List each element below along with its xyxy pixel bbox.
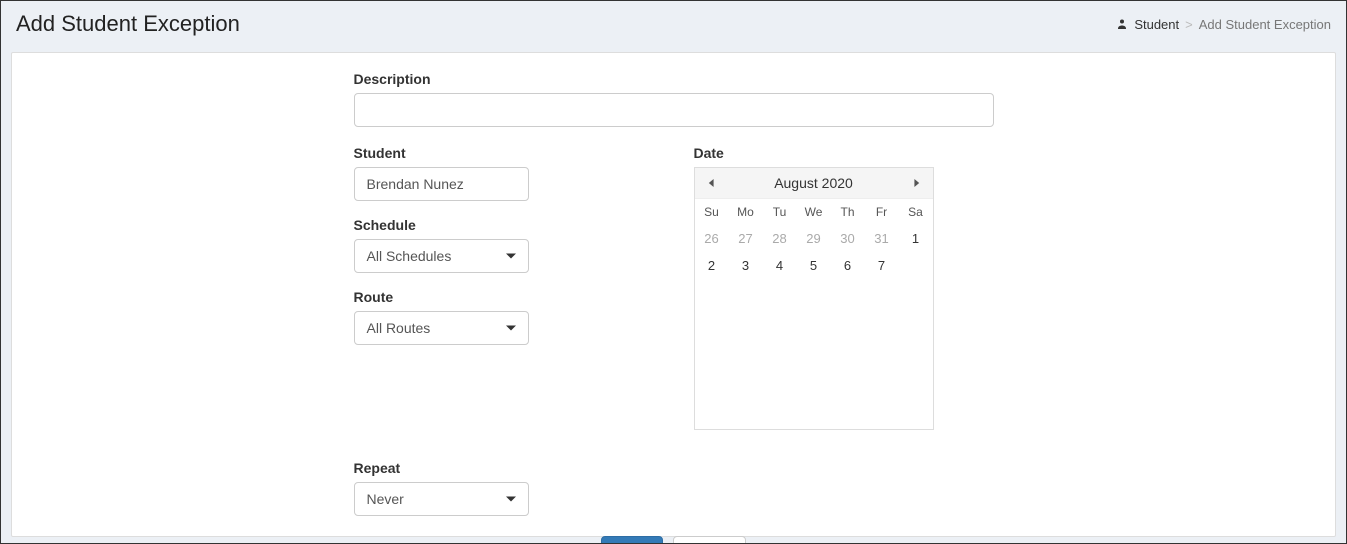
calendar-day[interactable]: 6 (831, 252, 865, 279)
caret-down-icon (506, 326, 516, 331)
breadcrumb-current: Add Student Exception (1199, 17, 1331, 32)
calendar-dow: We (797, 199, 831, 225)
breadcrumb: Student > Add Student Exception (1116, 17, 1331, 32)
calendar-day[interactable]: 7 (865, 252, 899, 279)
page-title: Add Student Exception (16, 11, 240, 37)
route-select-value: All Routes (367, 320, 431, 336)
date-label: Date (694, 145, 994, 161)
calendar-day[interactable]: 5 (797, 252, 831, 279)
student-label: Student (354, 145, 654, 161)
calendar-day[interactable]: 4 (763, 252, 797, 279)
calendar-day[interactable]: 30 (831, 225, 865, 252)
calendar-day (899, 252, 933, 279)
calendar-day[interactable]: 26 (695, 225, 729, 252)
calendar-dow: Th (831, 199, 865, 225)
student-icon (1116, 18, 1128, 30)
calendar-day[interactable]: 3 (729, 252, 763, 279)
repeat-select[interactable]: Never (354, 482, 529, 516)
calendar-day[interactable]: 1 (899, 225, 933, 252)
calendar-dow: Sa (899, 199, 933, 225)
route-select[interactable]: All Routes (354, 311, 529, 345)
repeat-select-value: Never (367, 491, 404, 507)
student-input[interactable] (354, 167, 529, 201)
schedule-select[interactable]: All Schedules (354, 239, 529, 273)
calendar-dow: Tu (763, 199, 797, 225)
calendar-day[interactable]: 27 (729, 225, 763, 252)
calendar-day[interactable]: 31 (865, 225, 899, 252)
breadcrumb-separator: > (1185, 17, 1193, 32)
calendar-dow: Mo (729, 199, 763, 225)
route-label: Route (354, 289, 654, 305)
form-panel: Description Student Schedule All Schedul… (11, 52, 1336, 537)
calendar-next-button[interactable] (907, 174, 925, 192)
calendar-dow: Su (695, 199, 729, 225)
date-calendar: August 2020 SuMoTuWeThFrSa 2627282930311… (694, 167, 934, 430)
schedule-label: Schedule (354, 217, 654, 233)
calendar-dow: Fr (865, 199, 899, 225)
calendar-day[interactable]: 28 (763, 225, 797, 252)
breadcrumb-student-link[interactable]: Student (1134, 17, 1179, 32)
save-button[interactable]: Save (601, 536, 663, 544)
description-input[interactable] (354, 93, 994, 127)
caret-down-icon (506, 254, 516, 259)
schedule-select-value: All Schedules (367, 248, 452, 264)
calendar-day[interactable]: 2 (695, 252, 729, 279)
caret-down-icon (506, 497, 516, 502)
repeat-label: Repeat (354, 460, 994, 476)
calendar-prev-button[interactable] (703, 174, 721, 192)
description-label: Description (354, 71, 994, 87)
cancel-button[interactable]: Cancel (673, 536, 747, 544)
calendar-day[interactable]: 29 (797, 225, 831, 252)
calendar-title[interactable]: August 2020 (774, 175, 853, 191)
